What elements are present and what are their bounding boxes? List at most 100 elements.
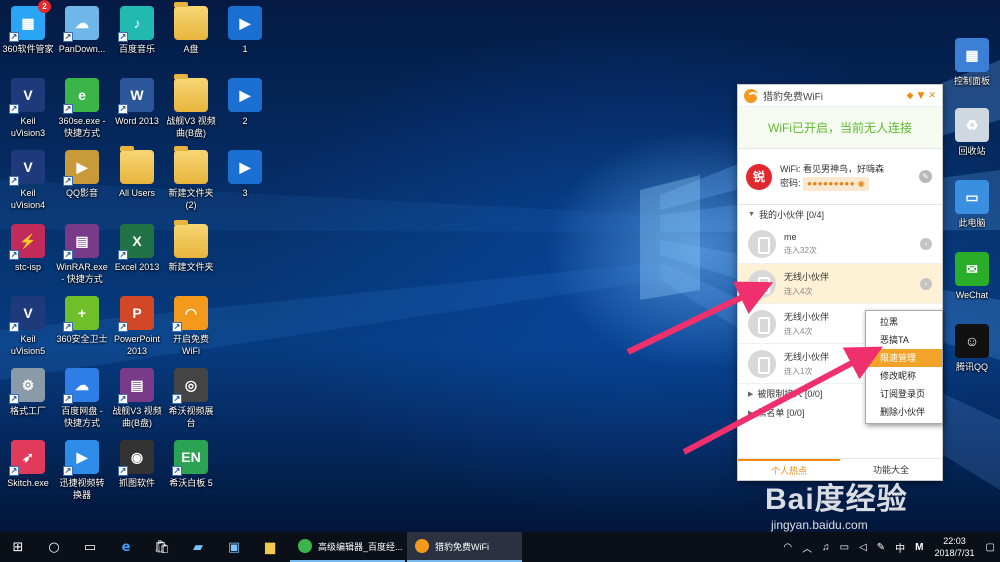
- desktop-icon[interactable]: e ↗ 360se.exe - 快捷方式: [52, 78, 112, 139]
- desktop-icon[interactable]: ▤ ↗ WinRAR.exe - 快捷方式: [52, 224, 112, 285]
- partner-context-menu: 拉黑 恶搞TA 限速管理 修改昵称 订阅登录页 删除小伙伴: [865, 310, 943, 424]
- context-menu-item[interactable]: 删除小伙伴: [866, 403, 942, 421]
- notification-bell-icon[interactable]: ♫: [822, 542, 830, 553]
- action-center-icon[interactable]: ▢: [986, 542, 995, 553]
- desktop-icon[interactable]: ☁ ↗ 百度网盘 - 快捷方式: [52, 368, 112, 429]
- desktop-icon[interactable]: ▤ ↗ 战舰V3 视频 曲(B盘): [107, 368, 167, 429]
- desktop-icon[interactable]: W ↗ Word 2013: [107, 78, 167, 127]
- desktop-icon[interactable]: ▶ ↗ QQ影音: [52, 150, 112, 199]
- ime-mode-icon[interactable]: M: [915, 542, 923, 553]
- phone-avatar-icon: [748, 269, 776, 298]
- folder-icon: [174, 146, 208, 184]
- desktop-icon[interactable]: ▶ 1: [215, 6, 275, 55]
- desktop-icon[interactable]: ⚡ ↗ stc-isp: [0, 224, 58, 273]
- ime-indicator[interactable]: 中: [895, 540, 905, 555]
- task-view-button[interactable]: ▭: [72, 532, 108, 562]
- dropdown-icon[interactable]: ▼: [918, 91, 925, 101]
- desktop-icon[interactable]: All Users: [107, 146, 167, 199]
- shortcut-arrow-icon: ↗: [63, 176, 73, 186]
- desktop-icon[interactable]: ♪ ↗ 百度音乐: [107, 6, 167, 55]
- password-field[interactable]: ●●●●●●●●● ◉: [803, 177, 870, 191]
- desktop-icon[interactable]: 战舰V3 视频 曲(B盘): [161, 74, 221, 139]
- shortcut-arrow-icon: ↗: [9, 32, 19, 42]
- desktop-icon[interactable]: ▶ ↗ 迅捷视频转 换器: [52, 440, 112, 501]
- partner-row[interactable]: 无线小伙伴连入4次 ›: [738, 264, 942, 304]
- desktop-icon[interactable]: ➶ ↗ Skitch.exe: [0, 440, 58, 489]
- wifi-name-label: WiFi:: [780, 164, 801, 174]
- password-label: 密码:: [780, 178, 801, 188]
- desktop-icon-label: Skitch.exe: [7, 478, 49, 488]
- shortcut-arrow-icon: ↗: [9, 104, 19, 114]
- volume-icon[interactable]: ◁: [859, 542, 867, 553]
- 360-safeguard-icon: + ↗: [63, 296, 99, 332]
- taskbar-app-button[interactable]: 猎豹免费WiFi: [407, 532, 522, 562]
- desktop-icon[interactable]: V ↗ Keil uVision4: [0, 150, 58, 211]
- desktop-icon[interactable]: ♻ 回收站: [942, 108, 1000, 157]
- desktop-icon[interactable]: ▦ 控制面板: [942, 38, 1000, 87]
- desktop-icon[interactable]: ◉ ↗ 抓图软件: [107, 440, 167, 489]
- partner-name: 无线小伙伴: [784, 272, 830, 282]
- desktop-icon[interactable]: V ↗ Keil uVision5: [0, 296, 58, 357]
- start-button[interactable]: ⊞: [0, 532, 36, 562]
- folder-icon: [174, 74, 208, 112]
- eye-icon[interactable]: ◉: [858, 179, 865, 188]
- taskbar-app-button[interactable]: 高级编辑器_百度经...: [290, 532, 405, 562]
- desktop-icon[interactable]: ✉ WeChat: [942, 252, 1000, 301]
- monitor-icon[interactable]: ▣: [216, 532, 252, 562]
- desktop-icon[interactable]: ▶ 3: [215, 150, 275, 199]
- edit-wifi-icon[interactable]: ✎: [919, 170, 932, 183]
- my-partners-header[interactable]: ▼ 我的小伙伴 [0/4]: [738, 205, 942, 224]
- clock[interactable]: 22:03 2018/7/31: [935, 535, 975, 559]
- notification-badge: 2: [38, 0, 51, 13]
- pen-icon[interactable]: ✎: [877, 542, 885, 553]
- desktop-icon[interactable]: X ↗ Excel 2013: [107, 224, 167, 273]
- phone-avatar-icon: [748, 229, 776, 258]
- desktop-icon[interactable]: ☺ 腾讯QQ: [942, 324, 1000, 373]
- partner-row[interactable]: me 连入32次 ›: [738, 224, 942, 264]
- chevron-up-icon[interactable]: ︿: [802, 540, 812, 555]
- partner-menu-icon[interactable]: ›: [920, 278, 932, 290]
- desktop-icon[interactable]: ▦ 2 ↗ 360软件管家: [0, 0, 58, 55]
- desktop-icon[interactable]: EN ↗ 希沃白板 5: [161, 440, 221, 489]
- phone-avatar-icon: [748, 309, 776, 338]
- file-explorer-icon[interactable]: ▆: [252, 532, 288, 562]
- desktop-icon[interactable]: A盘: [161, 2, 221, 55]
- shield-icon[interactable]: ◆: [907, 91, 914, 101]
- shortcut-arrow-icon: ↗: [172, 322, 182, 332]
- desktop-icon[interactable]: 新建文件夹: [161, 220, 221, 273]
- context-menu-item[interactable]: 拉黑: [866, 313, 942, 331]
- desktop-icon[interactable]: ☁ ↗ PanDown...: [52, 6, 112, 55]
- desktop-icon[interactable]: ⚙ ↗ 格式工厂: [0, 368, 58, 417]
- desktop-icon[interactable]: ◎ ↗ 希沃视频展 台: [161, 368, 221, 429]
- qq-player-icon: ▶ ↗: [63, 150, 99, 186]
- 360-browser-icon: e ↗: [63, 78, 99, 114]
- desktop-icon-label: All Users: [118, 188, 155, 198]
- edge-browser-icon[interactable]: e: [108, 532, 144, 562]
- pc-icon[interactable]: ▰: [180, 532, 216, 562]
- context-menu-item[interactable]: 订阅登录页: [866, 385, 942, 403]
- shortcut-arrow-icon: ↗: [9, 466, 19, 476]
- user-avatar: 锐: [746, 163, 772, 190]
- wifi-tray-icon[interactable]: ◠: [783, 542, 792, 553]
- desktop-icon[interactable]: V ↗ Keil uVision3: [0, 78, 58, 139]
- context-menu-item[interactable]: 恶搞TA: [866, 331, 942, 349]
- keil-uvision4-icon: V ↗: [9, 150, 45, 186]
- desktop-icon-label: 360se.exe - 快捷方式: [58, 116, 106, 138]
- desktop-icon[interactable]: 新建文件夹 (2): [161, 146, 221, 211]
- context-menu-item[interactable]: 限速管理: [866, 349, 942, 367]
- desktop-icon[interactable]: P ↗ PowerPoint 2013: [107, 296, 167, 357]
- close-icon[interactable]: ✕: [928, 91, 936, 101]
- baidu-jingyan-watermark: Bai度经验 jingyan.baidu.com: [765, 474, 908, 532]
- context-menu-item[interactable]: 修改昵称: [866, 367, 942, 385]
- expand-triangle-icon: ▼: [748, 211, 755, 218]
- store-icon[interactable]: 🛍: [144, 532, 180, 562]
- battery-icon[interactable]: ▭: [840, 542, 849, 553]
- partner-menu-icon[interactable]: ›: [920, 238, 932, 250]
- desktop-icon[interactable]: + ↗ 360安全卫士: [52, 296, 112, 345]
- desktop-icon[interactable]: ▭ 此电脑: [942, 180, 1000, 229]
- winrar-icon: ▤ ↗: [118, 368, 154, 404]
- cortana-button[interactable]: ○: [36, 532, 72, 562]
- wechat-icon: ✉: [955, 252, 989, 286]
- desktop-icon[interactable]: ▶ 2: [215, 78, 275, 127]
- desktop-icon[interactable]: ◠ ↗ 开启免费 WiFi: [161, 296, 221, 357]
